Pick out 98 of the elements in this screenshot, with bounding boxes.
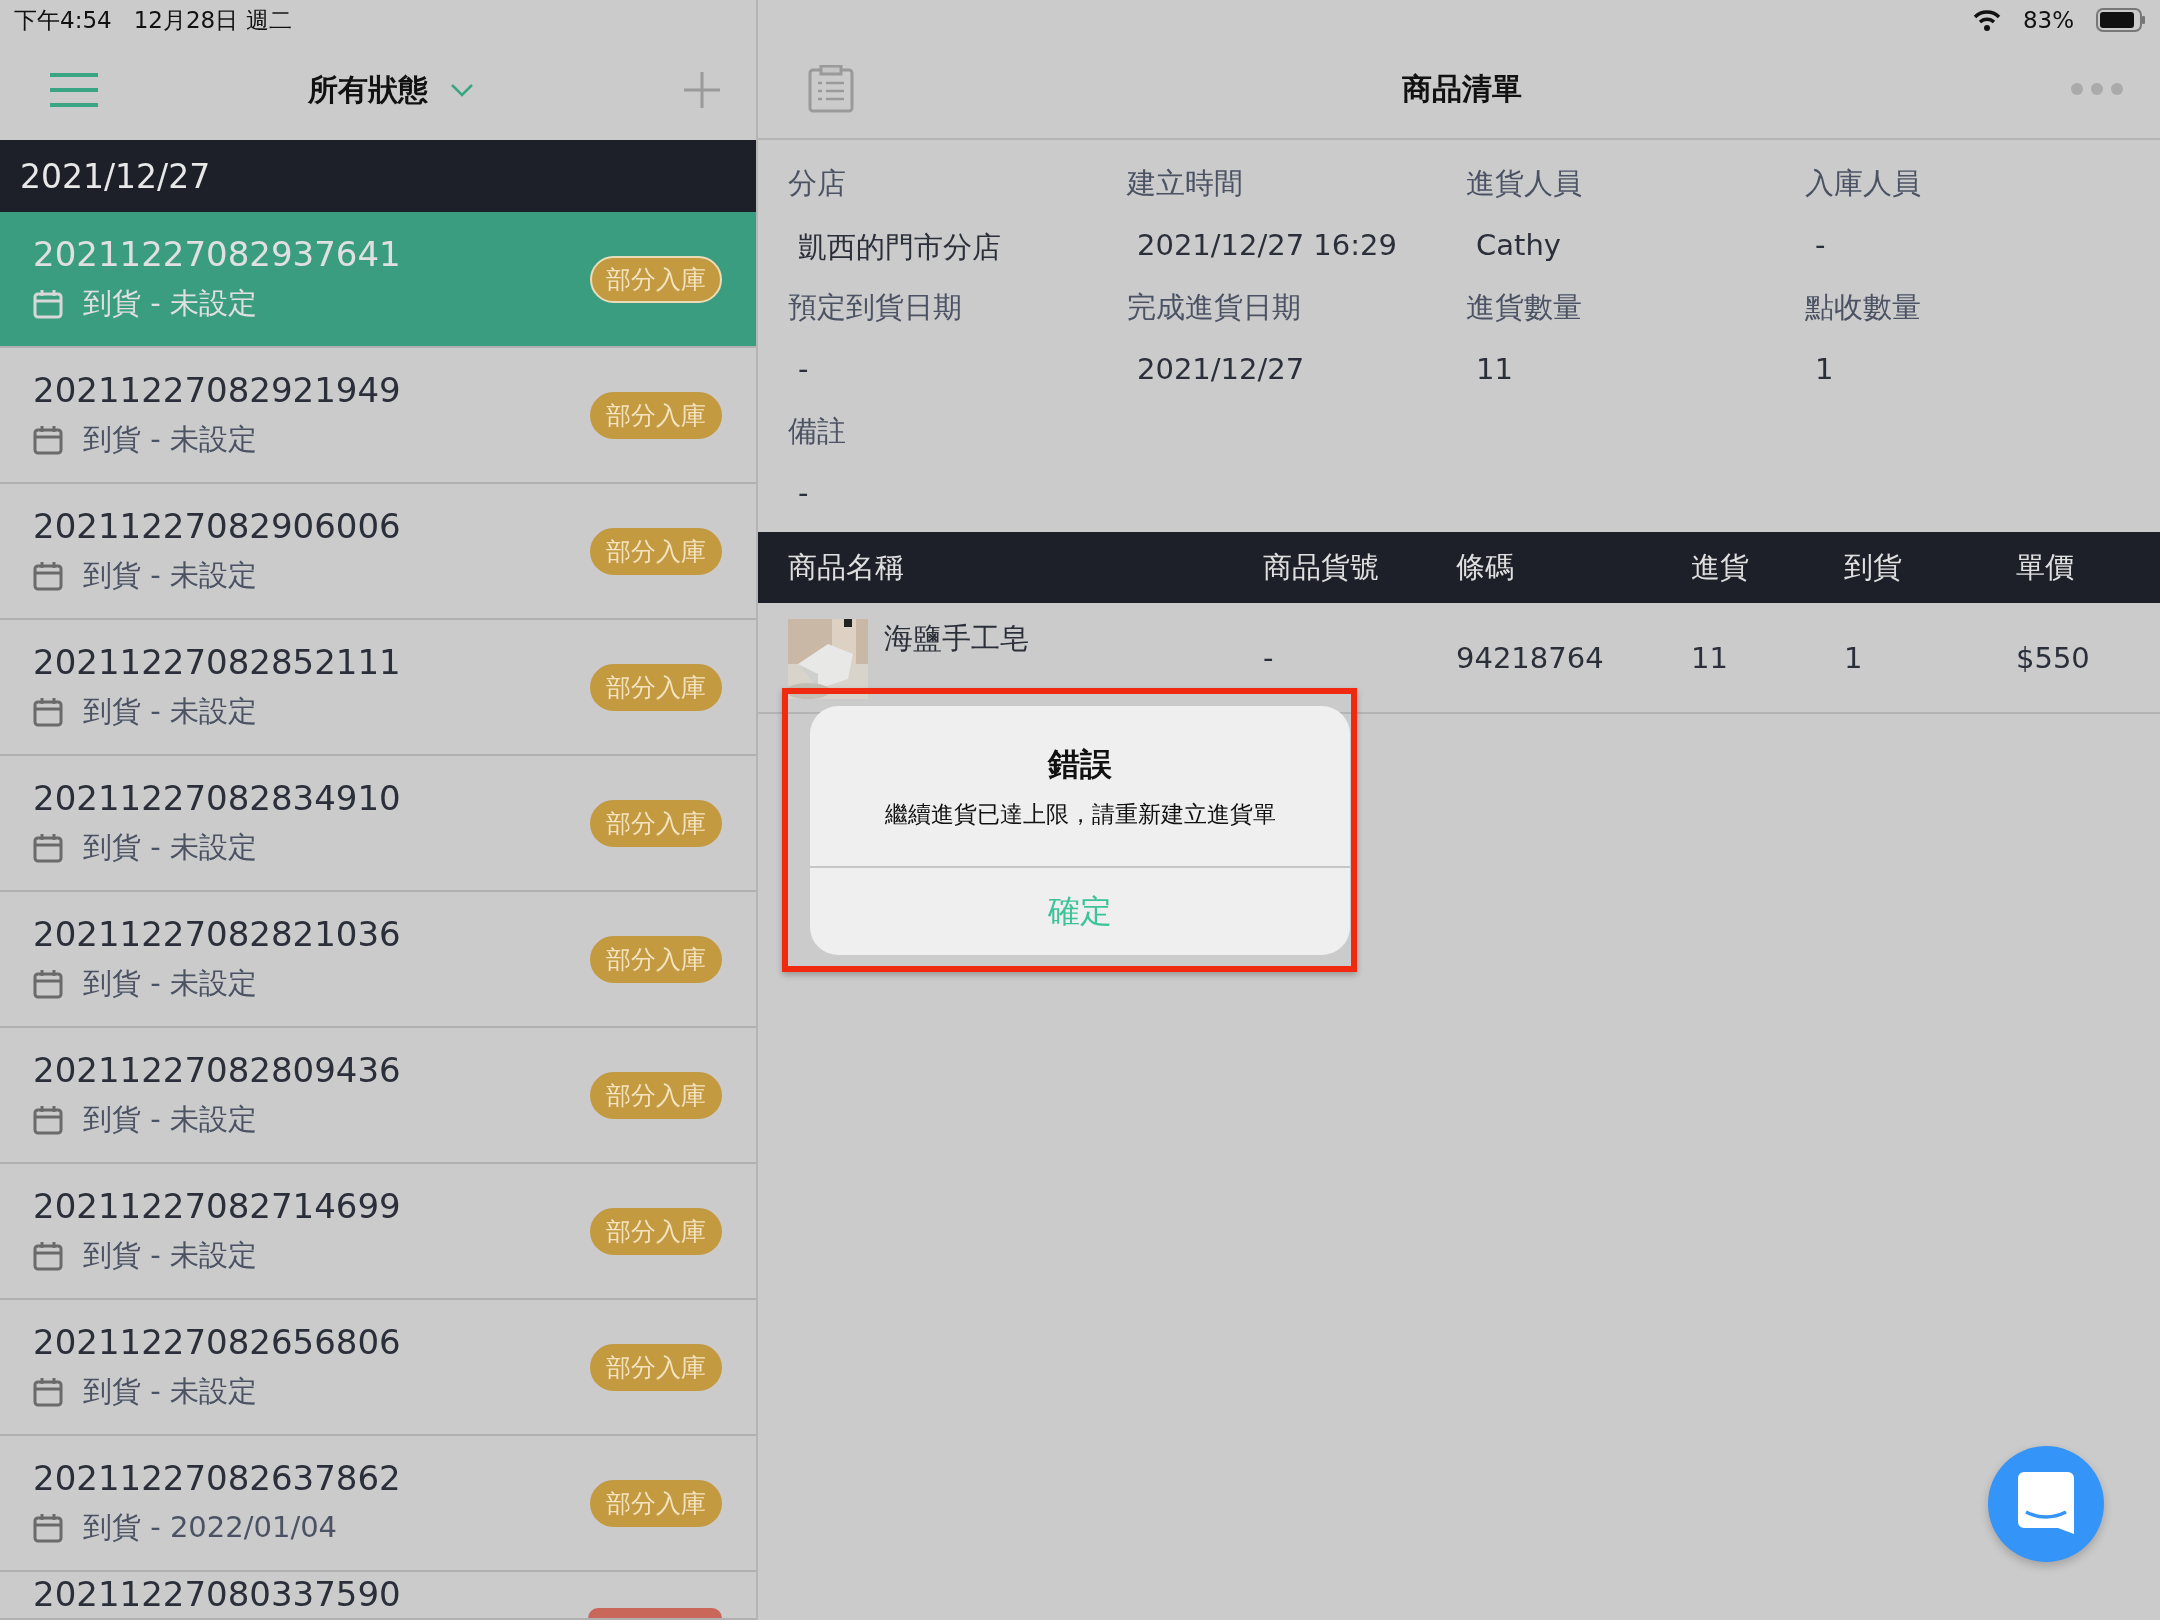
- status-filter-dropdown[interactable]: 所有狀態: [308, 69, 474, 111]
- order-list-item[interactable]: 20211227082656806 到貨 - 未設定 部分入庫: [0, 1300, 756, 1436]
- arrival-date: 到貨 - 未設定: [83, 829, 257, 866]
- column-header: 條碼: [1456, 548, 1515, 586]
- field-value: -: [1815, 228, 1827, 262]
- wifi-icon: [1972, 9, 2001, 31]
- field-label: 備註: [788, 413, 847, 450]
- order-list-item[interactable]: 20211227082637862 到貨 - 2022/01/04 部分入庫: [0, 1436, 756, 1572]
- calendar-icon: [33, 561, 63, 591]
- calendar-icon: [33, 425, 63, 455]
- calendar-icon: [33, 833, 63, 863]
- arrival-date: 到貨 - 2022/01/04: [83, 1509, 338, 1546]
- table-cell-text: -: [1263, 640, 1275, 675]
- status-badge: 部分入庫: [590, 1071, 722, 1119]
- status-time: 下午4:54: [14, 5, 112, 35]
- status-badge: 部分入庫: [590, 935, 722, 983]
- arrival-date: 到貨 - 未設定: [83, 1237, 257, 1274]
- field-value: -: [798, 352, 810, 386]
- field-value: 2021/12/27 16:29: [1137, 228, 1398, 262]
- column-header: 商品貨號: [1263, 548, 1380, 586]
- status-badge: 部分入庫: [590, 527, 722, 575]
- arrival-date: 到貨 - 未設定: [83, 421, 257, 458]
- order-number: 20211227082937641: [33, 234, 401, 274]
- order-number: 20211227082656806: [33, 1322, 401, 1362]
- date-header: 2021/12/27: [0, 140, 756, 212]
- field-value: 凱西的門市分店: [798, 229, 1002, 266]
- status-badge: 部分入庫: [590, 1207, 722, 1255]
- table-cell-text: $550: [2016, 640, 2091, 675]
- status-badge: 部分入庫: [590, 663, 722, 711]
- arrival-date: 到貨 - 未設定: [83, 1101, 257, 1138]
- status-badge: 部分入庫: [590, 1343, 722, 1391]
- dialog-message: 繼續進貨已達上限，請重新建立進貨單: [884, 799, 1276, 829]
- field-label: 建立時間: [1127, 165, 1244, 202]
- field-label: 分店: [788, 165, 847, 202]
- order-list-item[interactable]: 20211227082906006 到貨 - 未設定 部分入庫: [0, 484, 756, 620]
- dialog-title: 錯誤: [1048, 743, 1112, 785]
- order-number: 20211227080337590: [33, 1574, 401, 1614]
- arrival-date: 到貨 - 未設定: [83, 693, 257, 730]
- field-value: Cathy: [1476, 228, 1562, 262]
- status-badge: 部分入庫: [590, 799, 722, 847]
- calendar-icon: [33, 969, 63, 999]
- clipboard-icon[interactable]: [808, 65, 854, 113]
- column-header: 進貨: [1691, 548, 1750, 586]
- field-value: 2021/12/27: [1137, 352, 1306, 386]
- order-number: 20211227082637862: [33, 1458, 401, 1498]
- field-value: 11: [1476, 352, 1514, 386]
- calendar-icon: [33, 1377, 63, 1407]
- order-list-item[interactable]: 20211227082852111 到貨 - 未設定 部分入庫: [0, 620, 756, 756]
- table-cell-text: 1: [1844, 640, 1864, 675]
- chat-bubble-icon: [2018, 1472, 2074, 1536]
- battery-percentage: 83%: [2022, 7, 2074, 33]
- status-badge: 部分入庫: [590, 391, 722, 439]
- table-cell-text: 94218764: [1456, 640, 1605, 675]
- arrival-date: 到貨 - 未設定: [83, 285, 257, 322]
- order-list-item[interactable]: 20211227082714699 到貨 - 未設定 部分入庫: [0, 1164, 756, 1300]
- arrival-date: 到貨 - 未設定: [83, 1373, 257, 1410]
- calendar-icon: [33, 1241, 63, 1271]
- status-badge: 部分入庫: [590, 255, 722, 303]
- battery-icon: [2096, 8, 2146, 32]
- order-list-item[interactable]: 20211227082834910 到貨 - 未設定 部分入庫: [0, 756, 756, 892]
- order-number: 20211227082809436: [33, 1050, 401, 1090]
- order-list-item[interactable]: 20211227080337590: [0, 1572, 756, 1620]
- column-header: 到貨: [1844, 548, 1903, 586]
- page-title: 商品清單: [1402, 69, 1522, 108]
- status-badge: 部分入庫: [590, 1479, 722, 1527]
- calendar-icon: [33, 289, 63, 319]
- field-label: 進貨人員: [1466, 165, 1583, 202]
- field-value: 1: [1815, 352, 1835, 386]
- chevron-down-icon: [450, 83, 474, 97]
- order-list-item[interactable]: 20211227082821036 到貨 - 未設定 部分入庫: [0, 892, 756, 1028]
- order-number: 20211227082821036: [33, 914, 401, 954]
- field-label: 完成進貨日期: [1127, 289, 1302, 326]
- field-label: 點收數量: [1805, 289, 1922, 326]
- order-number: 20211227082714699: [33, 1186, 401, 1226]
- order-list-item[interactable]: 20211227082921949 到貨 - 未設定 部分入庫: [0, 348, 756, 484]
- field-value: -: [798, 476, 810, 510]
- more-icon[interactable]: [2070, 82, 2124, 96]
- calendar-icon: [33, 1513, 63, 1543]
- table-cell-text: 11: [1691, 640, 1729, 675]
- order-list-item[interactable]: 20211227082809436 到貨 - 未設定 部分入庫: [0, 1028, 756, 1164]
- order-number: 20211227082834910: [33, 778, 401, 818]
- arrival-date: 到貨 - 未設定: [83, 557, 257, 594]
- status-date: 12月28日 週二: [133, 5, 292, 35]
- order-number: 20211227082921949: [33, 370, 401, 410]
- column-header: 商品名稱: [788, 548, 905, 586]
- menu-icon[interactable]: [50, 73, 98, 107]
- chat-button[interactable]: [1988, 1446, 2104, 1562]
- order-number: 20211227082852111: [33, 642, 401, 682]
- field-label: 入庫人員: [1805, 165, 1922, 202]
- field-label: 預定到貨日期: [788, 289, 963, 326]
- table-cell-text: 海鹽手工皂: [884, 620, 1029, 657]
- add-icon[interactable]: [684, 72, 720, 108]
- calendar-icon: [33, 697, 63, 727]
- field-label: 進貨數量: [1466, 289, 1583, 326]
- order-number: 20211227082906006: [33, 506, 401, 546]
- arrival-date: 到貨 - 未設定: [83, 965, 257, 1002]
- column-header: 單價: [2016, 548, 2075, 586]
- calendar-icon: [33, 1105, 63, 1135]
